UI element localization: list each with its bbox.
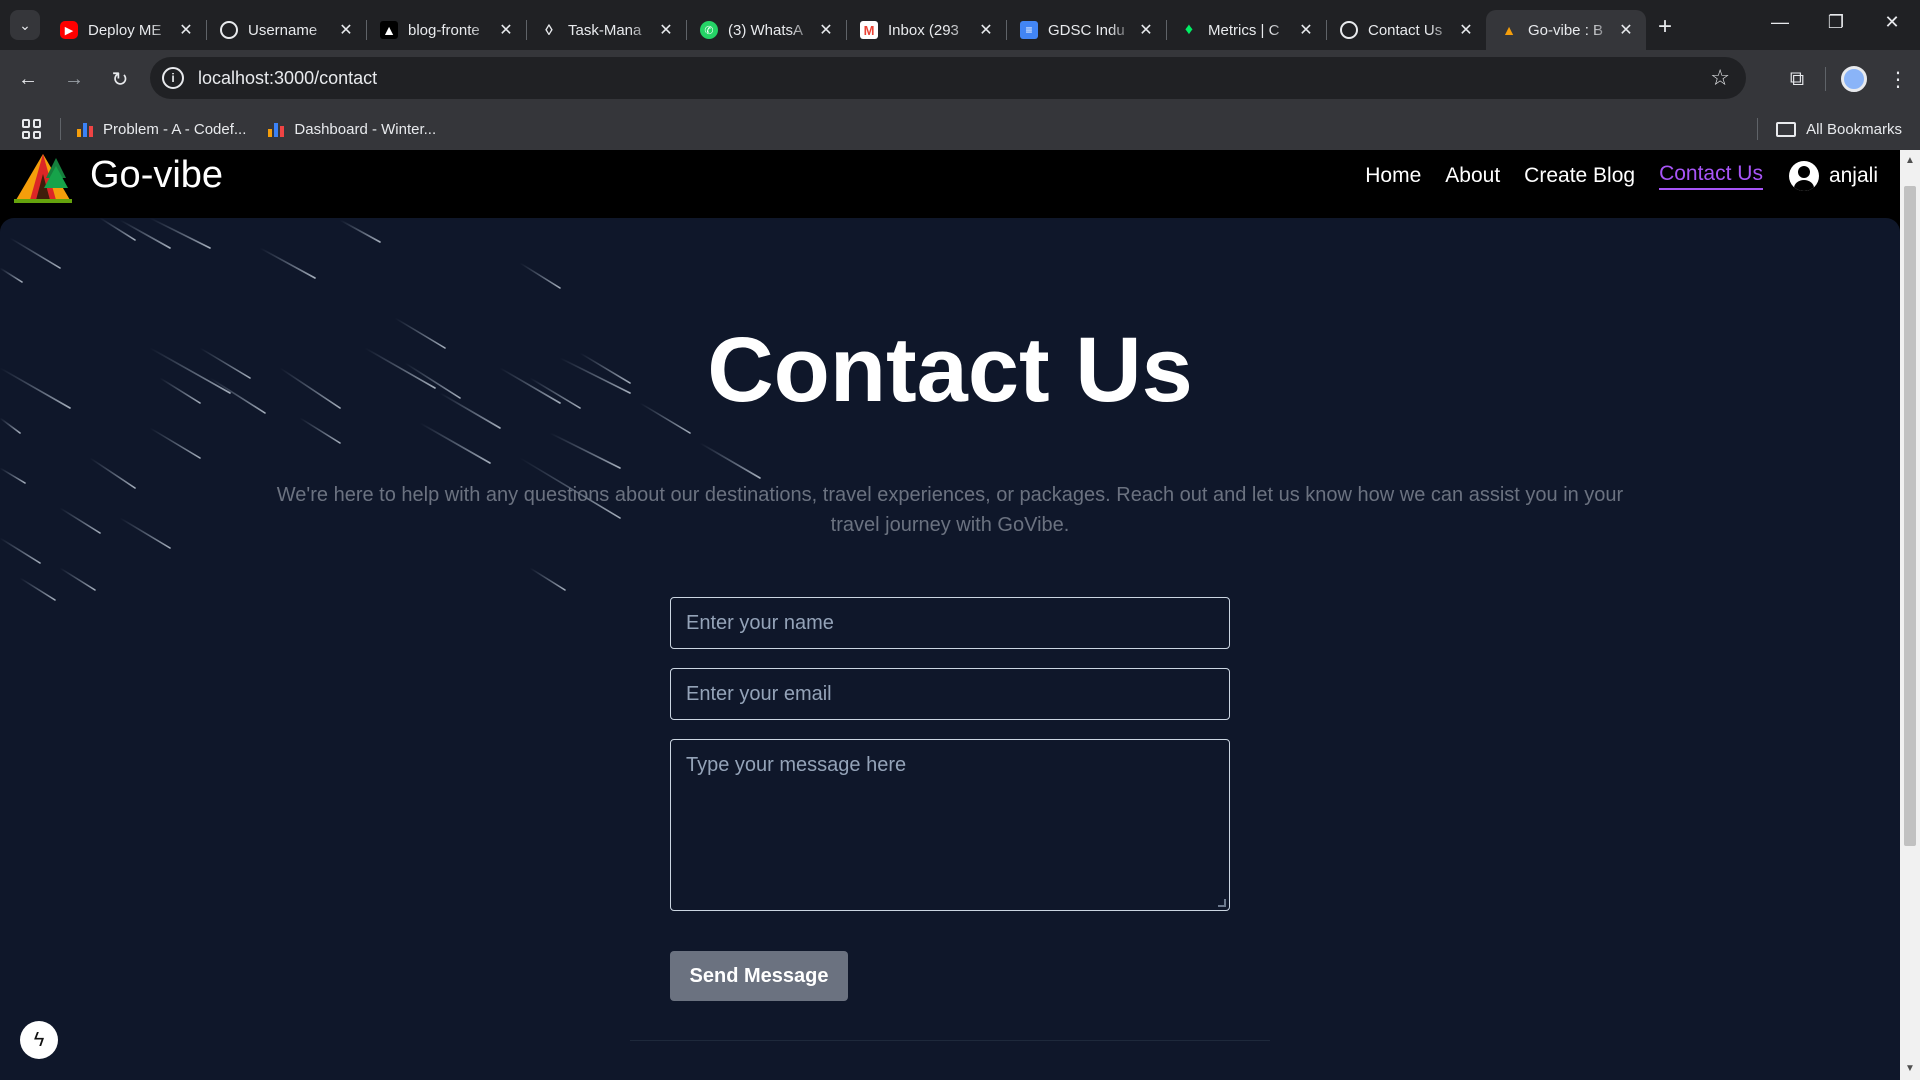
contact-section: Contact Us We're here to help with any q… — [0, 218, 1900, 1080]
user-menu[interactable]: anjali — [1788, 161, 1878, 191]
nav-about[interactable]: About — [1445, 164, 1500, 188]
all-bookmarks-label: All Bookmarks — [1806, 120, 1902, 138]
minimize-icon[interactable]: — — [1752, 0, 1808, 44]
url-text[interactable]: localhost:3000/contact — [198, 68, 377, 89]
footer-divider — [630, 1040, 1270, 1041]
page-viewport: Go-vibe Home About Create Blog Contact U… — [0, 150, 1920, 1080]
browser-tab[interactable]: ✆ (3) WhatsA ✕ — [686, 10, 847, 50]
tab-title: Username — [248, 21, 318, 39]
site-info-icon[interactable]: i — [162, 67, 184, 89]
user-circle-icon — [1788, 161, 1819, 191]
mongodb-icon: ♦ — [1184, 21, 1194, 38]
browser-tab[interactable]: ▲ blog-fronte ✕ — [366, 10, 527, 50]
browser-tab[interactable]: ▶ Deploy ME ✕ — [46, 10, 207, 50]
browser-tab[interactable]: Username ✕ — [206, 10, 367, 50]
openai-icon — [1340, 21, 1358, 39]
tent-logo-icon[interactable] — [12, 152, 74, 204]
close-tab-icon[interactable]: ✕ — [1616, 20, 1636, 40]
bookmark-star-icon[interactable]: ☆ — [1710, 65, 1730, 91]
lightning-icon[interactable]: ϟ — [20, 1021, 58, 1059]
brand-name[interactable]: Go-vibe — [90, 154, 223, 197]
close-tab-icon[interactable]: ✕ — [176, 20, 196, 40]
scrollbar-thumb[interactable] — [1904, 186, 1916, 846]
user-name: anjali — [1828, 164, 1878, 187]
browser-tab[interactable]: Contact Us ✕ — [1326, 10, 1487, 50]
tab-title: GDSC Indu — [1048, 21, 1125, 39]
browser-toolbar: ← → ↻ i localhost:3000/contact ☆ ⧉ ⋮ — [0, 50, 1920, 108]
close-tab-icon[interactable]: ✕ — [1456, 20, 1476, 40]
browser-tab[interactable]: ≡ GDSC Indu ✕ — [1006, 10, 1167, 50]
close-tab-icon[interactable]: ✕ — [336, 20, 356, 40]
render-icon: ◊ — [545, 21, 553, 39]
vercel-icon: ▲ — [380, 21, 398, 39]
nav-create-blog[interactable]: Create Blog — [1524, 164, 1635, 188]
bookmark-item[interactable]: Problem - A - Codef... — [77, 121, 246, 138]
gmail-icon: M — [860, 21, 878, 39]
openai-icon — [220, 21, 238, 39]
page-scrollbar[interactable]: ▲ ▼ — [1900, 150, 1920, 1080]
whatsapp-icon: ✆ — [700, 21, 718, 39]
tab-search-button[interactable]: ⌄ — [10, 10, 40, 40]
browser-tab[interactable]: M Inbox (293 ✕ — [846, 10, 1007, 50]
tab-title: blog-fronte — [408, 21, 480, 39]
tab-title: Inbox (293 — [888, 21, 959, 39]
bar-chart-icon — [268, 121, 286, 137]
tab-title: Metrics | C — [1208, 21, 1280, 39]
tab-title: Contact Us — [1368, 21, 1443, 39]
browser-tab-active[interactable]: ▲ Go-vibe : B ✕ — [1486, 10, 1646, 50]
extensions-icon[interactable]: ⧉ — [1775, 59, 1819, 99]
reload-icon[interactable]: ↻ — [102, 61, 138, 97]
resize-handle-icon[interactable] — [1218, 899, 1226, 907]
close-tab-icon[interactable]: ✕ — [1136, 20, 1156, 40]
browser-tab-strip: ⌄ ▶ Deploy ME ✕ Username ✕ ▲ blog-fronte… — [0, 0, 1920, 50]
tent-icon: ▲ — [1502, 22, 1516, 38]
page-title: Contact Us — [707, 319, 1193, 421]
message-textarea[interactable]: Type your message here — [670, 739, 1230, 911]
name-input[interactable]: Enter your name — [670, 597, 1230, 649]
menu-kebab-icon[interactable]: ⋮ — [1876, 59, 1920, 99]
send-message-button[interactable]: Send Message — [670, 951, 848, 1001]
forward-icon[interactable]: → — [56, 61, 92, 97]
tab-title: Task-Mana — [568, 21, 642, 39]
site-navbar: Go-vibe Home About Create Blog Contact U… — [0, 150, 1898, 218]
all-bookmarks-button[interactable]: All Bookmarks — [1757, 108, 1902, 150]
scroll-up-icon[interactable]: ▲ — [1900, 152, 1920, 170]
scroll-down-icon[interactable]: ▼ — [1900, 1060, 1920, 1078]
address-bar[interactable]: i localhost:3000/contact ☆ — [150, 57, 1746, 99]
close-tab-icon[interactable]: ✕ — [816, 20, 836, 40]
back-icon[interactable]: ← — [10, 61, 46, 97]
bookmark-label: Dashboard - Winter... — [294, 120, 437, 138]
message-placeholder: Type your message here — [686, 754, 907, 776]
new-tab-button[interactable]: + — [1658, 13, 1672, 41]
close-tab-icon[interactable]: ✕ — [656, 20, 676, 40]
bookmarks-bar: Problem - A - Codef... Dashboard - Winte… — [0, 108, 1920, 150]
nav-home[interactable]: Home — [1365, 164, 1421, 188]
tab-title: (3) WhatsA — [728, 21, 804, 39]
docs-icon: ≡ — [1020, 21, 1038, 39]
email-input[interactable]: Enter your email — [670, 668, 1230, 720]
apps-grid-icon[interactable] — [22, 119, 42, 139]
window-controls: — ❐ ✕ — [1752, 0, 1920, 44]
tab-title: Deploy ME — [88, 21, 162, 39]
chevron-down-icon: ⌄ — [19, 16, 31, 33]
browser-tab[interactable]: ◊ Task-Mana ✕ — [526, 10, 687, 50]
profile-avatar[interactable] — [1832, 59, 1876, 99]
folder-icon — [1776, 121, 1797, 137]
page-description: We're here to help with any questions ab… — [276, 484, 1624, 536]
nav-contact[interactable]: Contact Us — [1659, 162, 1763, 190]
nav-links: Home About Create Blog Contact Us anjali — [1341, 150, 1878, 202]
bookmark-item[interactable]: Dashboard - Winter... — [268, 121, 436, 138]
bar-chart-icon — [77, 121, 95, 137]
youtube-icon: ▶ — [60, 21, 78, 39]
close-tab-icon[interactable]: ✕ — [976, 20, 996, 40]
close-tab-icon[interactable]: ✕ — [1296, 20, 1316, 40]
restore-icon[interactable]: ❐ — [1808, 0, 1864, 44]
browser-tab[interactable]: ♦ Metrics | C ✕ — [1166, 10, 1327, 50]
close-tab-icon[interactable]: ✕ — [496, 20, 516, 40]
bookmark-label: Problem - A - Codef... — [103, 120, 247, 138]
tab-title: Go-vibe : B — [1528, 21, 1604, 39]
close-window-icon[interactable]: ✕ — [1864, 0, 1920, 44]
